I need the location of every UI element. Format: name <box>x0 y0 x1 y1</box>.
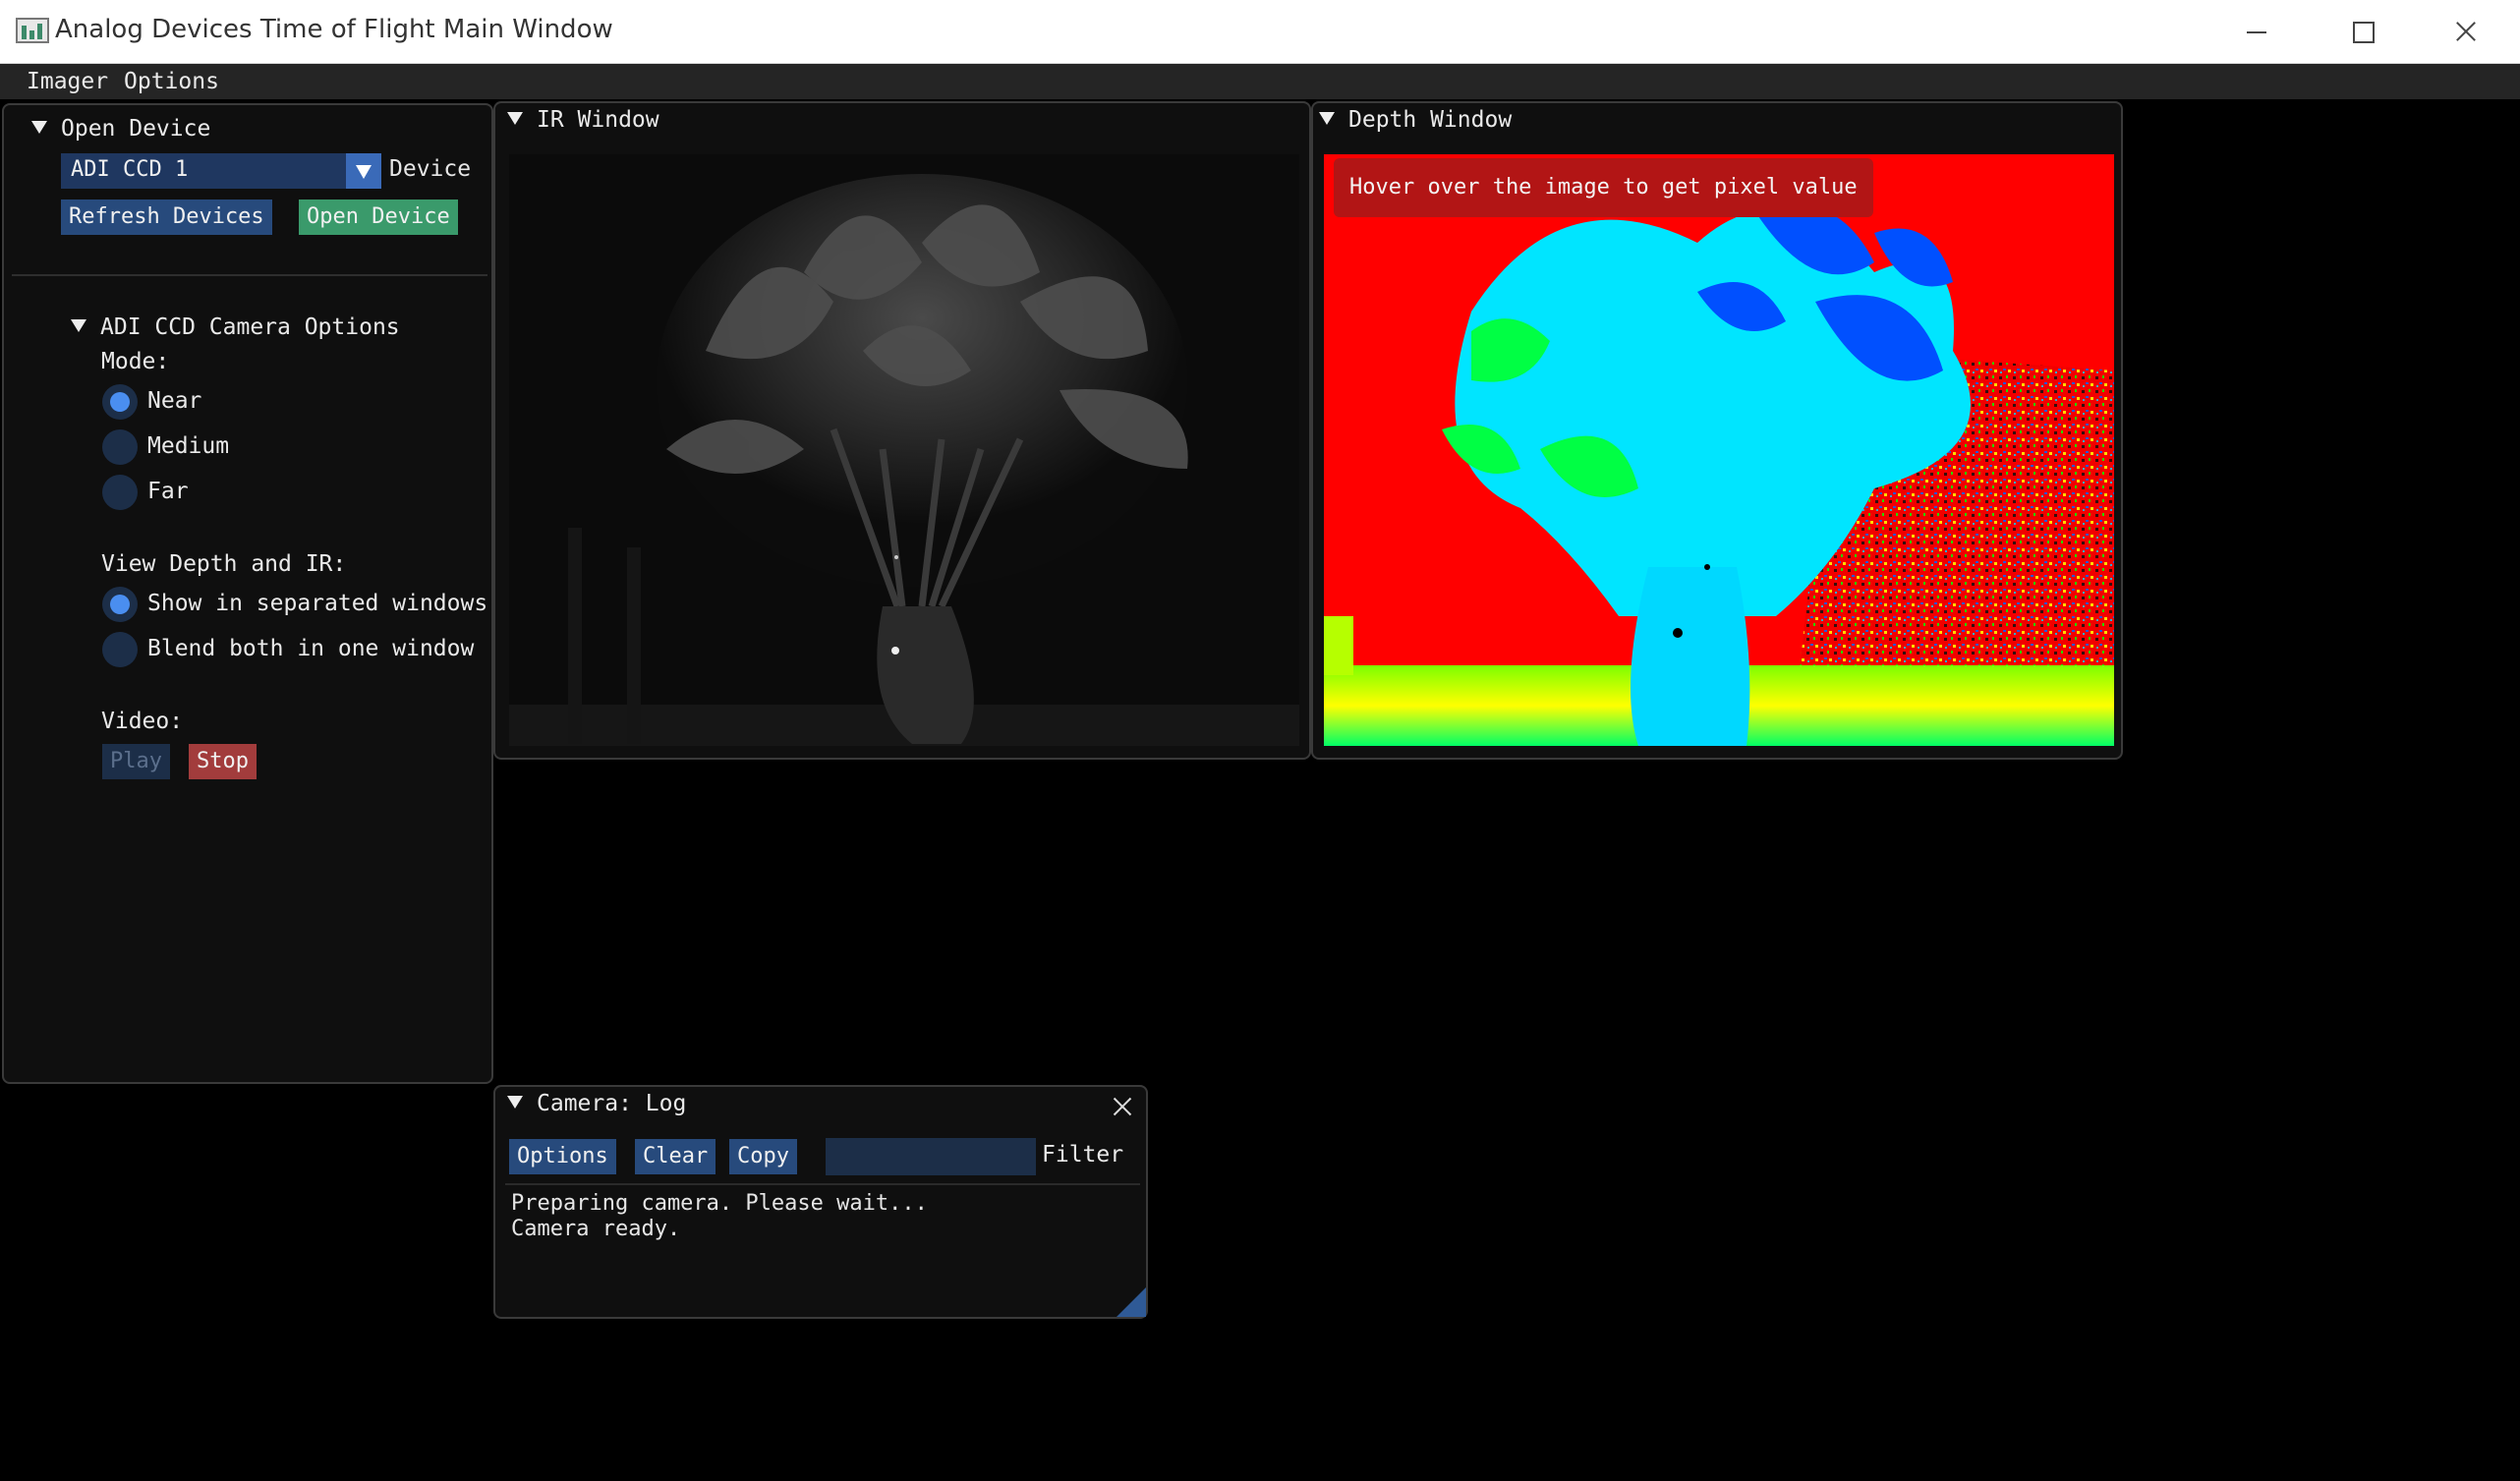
log-close-button[interactable] <box>1111 1095 1134 1118</box>
mode-label: Mode: <box>101 349 170 374</box>
collapse-triangle-icon <box>507 112 523 125</box>
camera-log-window: Camera: Log Options Clear Copy Filter Pr… <box>493 1085 1148 1319</box>
ir-flower-image <box>509 154 1299 746</box>
refresh-devices-button[interactable]: Refresh Devices <box>61 199 272 235</box>
collapse-triangle-icon <box>71 319 86 332</box>
radio-medium-label[interactable]: Medium <box>147 433 229 459</box>
maximize-button[interactable] <box>2312 0 2414 63</box>
radio-separated-windows-label[interactable]: Show in separated windows <box>147 591 487 616</box>
radio-far-label[interactable]: Far <box>147 479 189 504</box>
radio-medium[interactable] <box>102 429 138 465</box>
title-bar: Analog Devices Time of Flight Main Windo… <box>0 0 2520 64</box>
log-filter-label: Filter <box>1042 1142 1124 1168</box>
stop-button[interactable]: Stop <box>189 744 257 779</box>
collapse-triangle-icon <box>31 121 47 134</box>
divider <box>12 274 487 276</box>
log-line: Preparing camera. Please wait... <box>511 1191 928 1216</box>
radio-separated-windows[interactable] <box>102 587 138 622</box>
pixel-value-tooltip: Hover over the image to get pixel value <box>1334 158 1873 217</box>
view-label: View Depth and IR: <box>101 551 347 577</box>
log-line: Camera ready. <box>511 1217 681 1241</box>
minimize-button[interactable] <box>2205 0 2308 63</box>
collapse-triangle-icon <box>1319 112 1335 125</box>
ir-window-header[interactable]: IR Window <box>507 107 659 133</box>
ir-window: IR Window <box>493 101 1311 760</box>
device-combo-value: ADI CCD 1 <box>71 157 189 182</box>
video-label: Video: <box>101 709 184 734</box>
radio-far[interactable] <box>102 475 138 510</box>
depth-window-header[interactable]: Depth Window <box>1319 107 1512 133</box>
radio-blend-windows-label[interactable]: Blend both in one window <box>147 636 474 661</box>
open-device-header[interactable]: Open Device <box>31 116 210 142</box>
dropdown-arrow-icon[interactable] <box>346 153 381 189</box>
device-label: Device <box>389 156 472 182</box>
window-title: Analog Devices Time of Flight Main Windo… <box>55 15 613 44</box>
device-combo[interactable]: ADI CCD 1 <box>61 153 381 189</box>
log-options-button[interactable]: Options <box>509 1139 616 1174</box>
depth-flower-image <box>1324 154 2114 746</box>
log-window-header[interactable]: Camera: Log <box>507 1091 686 1116</box>
radio-near-label[interactable]: Near <box>147 388 201 414</box>
open-device-button[interactable]: Open Device <box>299 199 458 235</box>
divider <box>505 1183 1140 1185</box>
radio-near[interactable] <box>102 384 138 420</box>
radio-blend-windows[interactable] <box>102 632 138 667</box>
collapse-triangle-icon <box>507 1096 523 1109</box>
log-copy-button[interactable]: Copy <box>729 1139 797 1174</box>
depth-window: Depth Window Hover over the image to get… <box>1311 101 2123 760</box>
app-icon <box>16 18 49 43</box>
minimize-icon <box>2247 31 2266 33</box>
depth-image[interactable]: Hover over the image to get pixel value <box>1324 154 2114 746</box>
resize-grip-icon[interactable] <box>1117 1287 1146 1317</box>
menu-options[interactable]: Options <box>124 69 219 94</box>
camera-options-header[interactable]: ADI CCD Camera Options <box>71 314 400 340</box>
log-clear-button[interactable]: Clear <box>635 1139 716 1174</box>
control-panel: Open Device ADI CCD 1 Device Refresh Dev… <box>2 103 493 1084</box>
menu-bar: Imager Options <box>0 64 2520 99</box>
maximize-icon <box>2353 22 2375 43</box>
log-filter-input[interactable] <box>826 1138 1036 1175</box>
play-button[interactable]: Play <box>102 744 170 779</box>
ir-image[interactable] <box>509 154 1299 746</box>
menu-imager[interactable]: Imager <box>27 69 108 94</box>
close-window-button[interactable] <box>2414 0 2516 63</box>
